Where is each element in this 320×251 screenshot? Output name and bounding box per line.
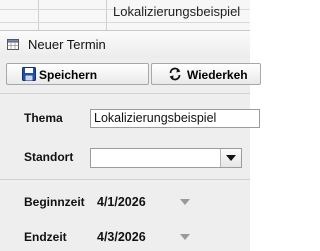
calendar-icon bbox=[7, 39, 19, 50]
save-button-label: Speichern bbox=[39, 68, 98, 82]
grid-line bbox=[106, 0, 107, 30]
recurrence-button[interactable]: Wiederkeh bbox=[151, 63, 261, 85]
recurrence-button-label: Wiederkeh bbox=[187, 68, 248, 82]
divider bbox=[0, 93, 250, 94]
chevron-down-icon bbox=[226, 155, 236, 161]
dialog-toolbar: Speichern Wiederkeh bbox=[0, 62, 261, 88]
end-time-label: Endzeit bbox=[24, 230, 67, 244]
chevron-down-icon bbox=[180, 199, 190, 205]
chevron-down-icon bbox=[180, 234, 190, 240]
location-dropdown-button[interactable] bbox=[220, 149, 241, 167]
end-date-value[interactable]: 4/3/2026 bbox=[97, 230, 146, 244]
grid-line bbox=[38, 0, 39, 30]
start-date-dropdown[interactable] bbox=[177, 195, 193, 209]
save-button[interactable]: Speichern bbox=[6, 63, 149, 85]
dialog-titlebar[interactable]: Neuer Termin bbox=[0, 31, 250, 58]
scheduler-background: Lokalizierungsbeispiel bbox=[0, 0, 250, 30]
dialog-title: Neuer Termin bbox=[28, 37, 106, 52]
start-time-label: Beginnzeit bbox=[24, 195, 85, 209]
floppy-disk-icon bbox=[22, 67, 36, 81]
location-label: Standort bbox=[24, 150, 74, 164]
appointment-cell[interactable]: Lokalizierungsbeispiel bbox=[113, 4, 240, 19]
start-date-value[interactable]: 4/1/2026 bbox=[97, 195, 146, 209]
new-appointment-dialog: Neuer Termin Speichern Wiederkeh Thema L… bbox=[0, 30, 261, 251]
recurrence-icon bbox=[169, 67, 181, 81]
location-combobox[interactable] bbox=[90, 148, 242, 168]
grid-line bbox=[0, 22, 250, 23]
subject-input[interactable]: Lokalizierungsbeispiel bbox=[90, 109, 260, 128]
divider bbox=[0, 179, 250, 180]
end-date-dropdown[interactable] bbox=[177, 230, 193, 244]
subject-label: Thema bbox=[24, 111, 63, 125]
